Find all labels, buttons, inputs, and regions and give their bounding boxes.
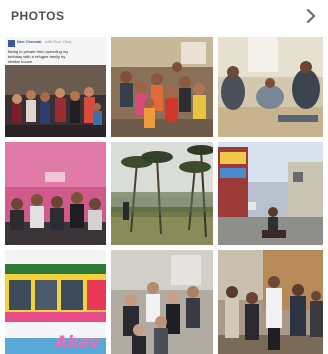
photo-4[interactable] — [5, 142, 106, 245]
photo-6[interactable] — [218, 142, 323, 245]
photo-9-image — [218, 250, 323, 354]
photo-2[interactable] — [111, 37, 213, 137]
photo-2-image — [111, 37, 213, 137]
photo-3-image — [218, 37, 323, 137]
photos-card: PHOTOS Neo Chennai with Ravi Yang Being … — [0, 0, 328, 354]
photo-6-image — [218, 142, 323, 245]
chevron-right-icon[interactable] — [304, 8, 318, 24]
post-meta: with Ravi Yang — [45, 39, 72, 44]
photo-3[interactable] — [218, 37, 323, 137]
photo-1[interactable]: Neo Chennai with Ravi Yang Being in priv… — [5, 37, 106, 137]
photo-grid: Neo Chennai with Ravi Yang Being in priv… — [5, 37, 323, 354]
photo-8-image — [111, 250, 213, 354]
photo-4-image — [5, 142, 106, 245]
photo-9[interactable] — [218, 250, 323, 354]
photo-5[interactable] — [111, 142, 213, 245]
bus-sign: Ahav — [55, 332, 100, 351]
photos-header[interactable]: PHOTOS — [0, 0, 328, 32]
photo-5-image — [111, 142, 213, 245]
post-text: Being in private then spending my birthd… — [8, 49, 69, 64]
photo-7[interactable]: Ahav — [5, 250, 106, 354]
post-author: Neo Chennai — [17, 39, 42, 44]
photo-8[interactable] — [111, 250, 213, 354]
section-title: PHOTOS — [11, 9, 65, 23]
